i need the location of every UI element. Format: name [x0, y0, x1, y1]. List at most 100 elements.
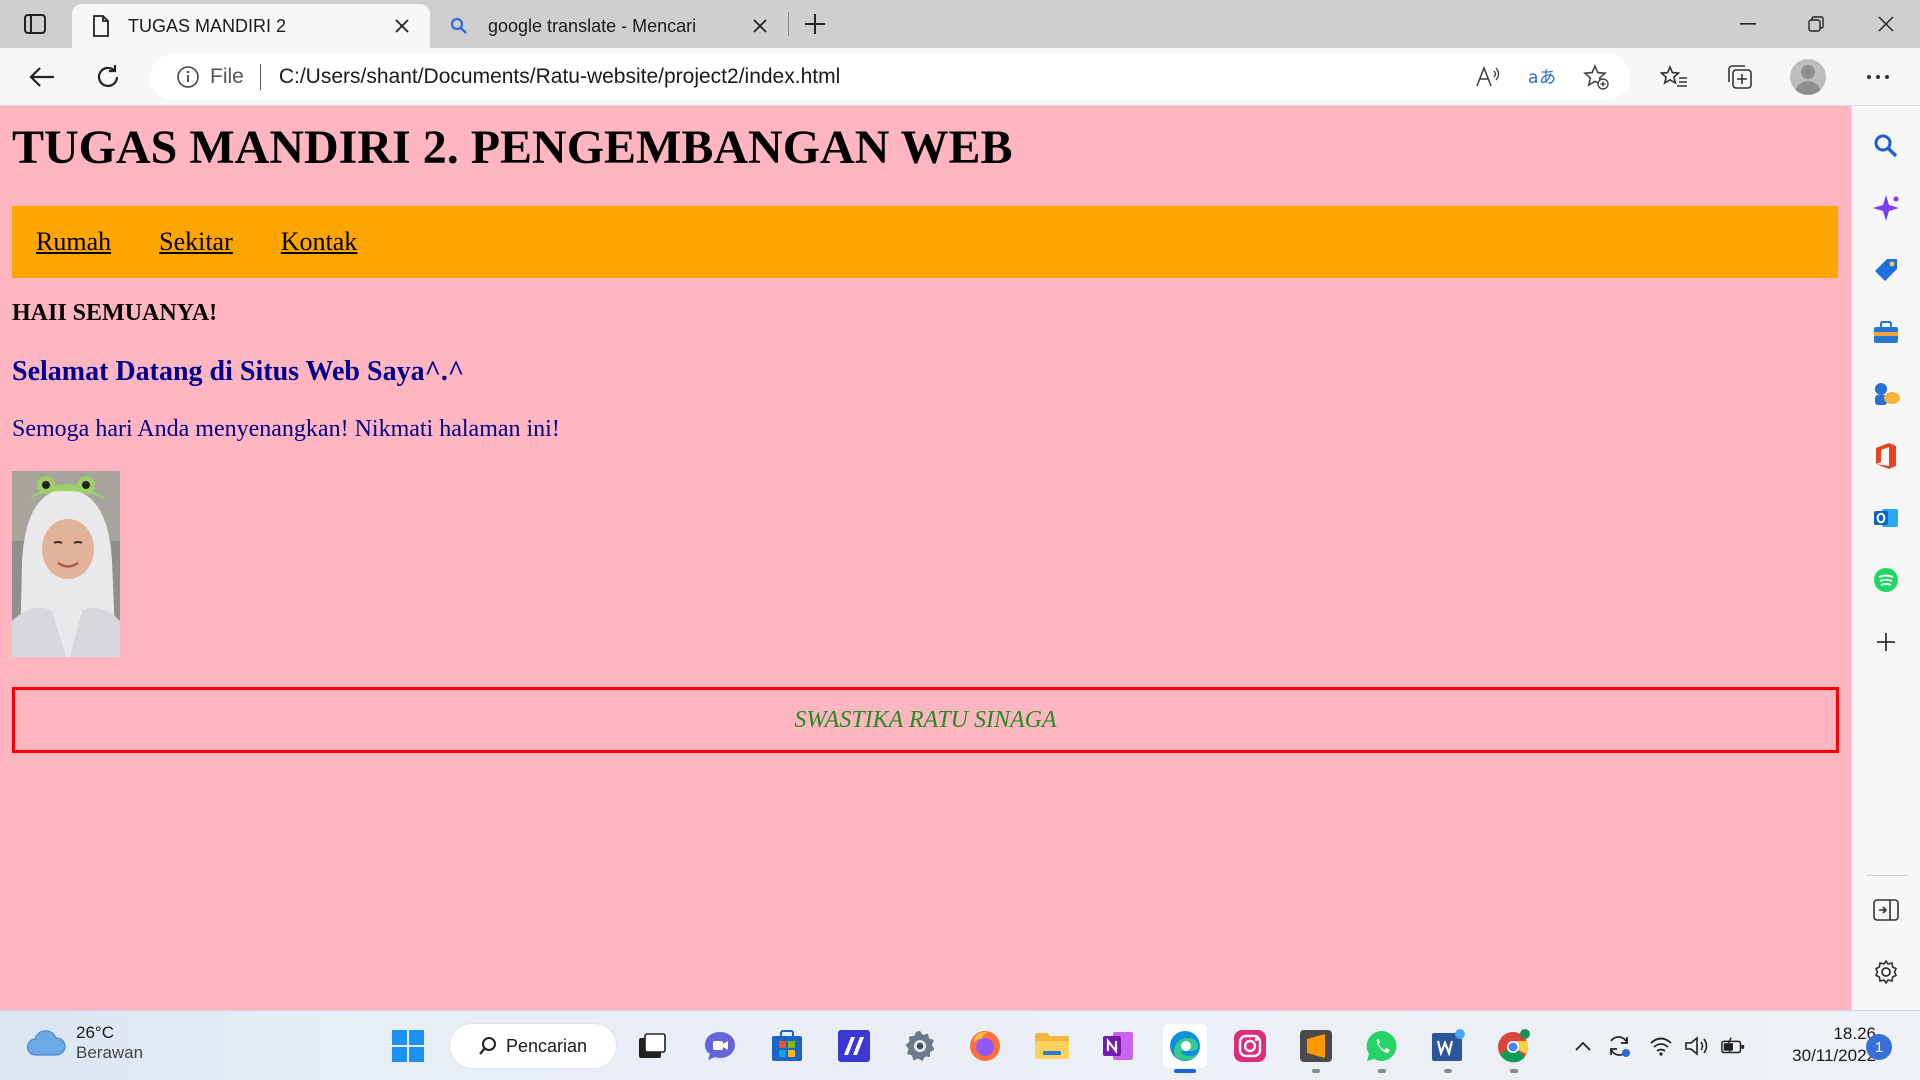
sidebar-spotify-button[interactable]	[1868, 562, 1904, 598]
close-icon	[395, 19, 409, 33]
profile-avatar[interactable]	[1790, 59, 1826, 95]
welcome-heading: Selamat Datang di Situs Web Saya^.^	[12, 356, 465, 387]
sidebar-hide-button[interactable]	[1868, 892, 1904, 928]
firefox-app[interactable]	[965, 1026, 1005, 1066]
system-clock[interactable]: 18.26 30/11/2022	[1764, 1023, 1876, 1067]
sidebar-outlook-button[interactable]	[1868, 500, 1904, 536]
nav-bar: Rumah Sekitar Kontak	[12, 206, 1838, 278]
back-arrow-icon	[29, 67, 54, 87]
more-menu-button[interactable]	[1858, 58, 1898, 96]
collections-button[interactable]	[1720, 58, 1760, 96]
notification-badge[interactable]: 1	[1866, 1034, 1892, 1060]
tab-title: TUGAS MANDIRI 2	[128, 15, 287, 36]
settings-gear-icon	[905, 1031, 935, 1061]
sync-tray-icon[interactable]	[1606, 1033, 1632, 1059]
nav-link-kontak[interactable]: Kontak	[281, 227, 358, 257]
nav-link-sekitar[interactable]: Sekitar	[159, 227, 233, 257]
close-tab-button[interactable]	[388, 12, 416, 40]
wifi-icon	[1650, 1037, 1672, 1056]
sidebar-copilot-button[interactable]	[1868, 190, 1904, 226]
edge-app[interactable]	[1163, 1024, 1207, 1068]
tab-tugas-mandiri[interactable]: TUGAS MANDIRI 2	[72, 4, 430, 48]
file-explorer-app[interactable]	[1032, 1026, 1072, 1066]
vscode-like-app[interactable]	[834, 1026, 874, 1066]
firefox-icon	[970, 1031, 1000, 1061]
browser-toolbar: File C:/Users/shant/Documents/Ratu-websi…	[0, 48, 1920, 106]
volume-tray-icon[interactable]	[1684, 1033, 1710, 1059]
sidebar-games-button[interactable]	[1868, 376, 1904, 412]
instagram-app[interactable]	[1230, 1026, 1270, 1066]
teams-chat-app[interactable]	[700, 1026, 740, 1066]
refresh-button[interactable]	[88, 58, 128, 96]
settings-app[interactable]	[900, 1026, 940, 1066]
volume-icon	[1685, 1036, 1708, 1056]
weather-condition: Berawan	[76, 1043, 144, 1062]
nav-link-rumah[interactable]: Rumah	[36, 227, 111, 257]
new-tab-button[interactable]	[800, 10, 830, 38]
svg-text:あ: あ	[1539, 68, 1556, 88]
chrome-icon	[1498, 1029, 1530, 1063]
address-bar[interactable]: File C:/Users/shant/Documents/Ratu-websi…	[150, 54, 1630, 100]
read-aloud-icon[interactable]	[1468, 57, 1508, 97]
restore-button[interactable]	[1786, 4, 1846, 44]
tools-icon	[1874, 321, 1898, 343]
task-view-button[interactable]	[632, 1026, 672, 1066]
chrome-app[interactable]	[1494, 1026, 1534, 1066]
close-tab-button[interactable]	[746, 12, 774, 40]
tab-google-translate[interactable]: google translate - Mencari	[432, 4, 788, 48]
battery-tray-icon[interactable]	[1720, 1033, 1746, 1059]
favorites-icon	[1660, 65, 1687, 87]
page-viewport: TUGAS MANDIRI 2. PENGEMBANGAN WEB Rumah …	[0, 106, 1851, 1010]
sync-icon	[1610, 1036, 1630, 1057]
onenote-icon	[1103, 1032, 1133, 1060]
sidebar-settings-button[interactable]	[1868, 954, 1904, 990]
sidebar-divider	[1866, 875, 1908, 876]
info-icon[interactable]	[176, 65, 200, 89]
weather-widget[interactable]: 26°C Berawan	[26, 1023, 143, 1063]
tab-title: google translate - Mencari	[488, 15, 697, 36]
show-hidden-icons-button[interactable]	[1570, 1033, 1596, 1059]
start-button[interactable]	[388, 1026, 428, 1066]
footer-text: SWASTIKA RATU SINAGA	[794, 706, 1057, 733]
sidebar-tools-button[interactable]	[1868, 314, 1904, 350]
taskbar-search[interactable]: Pencarian	[450, 1024, 616, 1068]
minimize-icon	[1740, 23, 1756, 25]
word-app[interactable]	[1428, 1026, 1468, 1066]
sidebar-search-button[interactable]	[1868, 128, 1904, 164]
edge-sidebar	[1851, 106, 1920, 1010]
chat-icon	[705, 1032, 735, 1060]
minimize-button[interactable]	[1718, 4, 1778, 44]
sidebar-office-button[interactable]	[1868, 438, 1904, 474]
profile-photo	[12, 471, 120, 657]
instagram-icon	[1234, 1030, 1266, 1062]
copilot-icon	[1873, 195, 1899, 221]
back-button[interactable]	[22, 58, 62, 96]
favorites-button[interactable]	[1654, 58, 1694, 96]
more-icon	[1867, 75, 1889, 79]
sublime-icon	[1300, 1030, 1332, 1062]
add-favorite-icon[interactable]	[1576, 57, 1616, 97]
folder-icon	[1035, 1033, 1069, 1059]
sidebar-shopping-button[interactable]	[1868, 252, 1904, 288]
url-text[interactable]: C:/Users/shant/Documents/Ratu-website/pr…	[279, 65, 1468, 89]
running-indicator	[1378, 1069, 1386, 1073]
close-icon	[1878, 16, 1894, 32]
sidebar-add-button[interactable]	[1868, 624, 1904, 660]
wifi-tray-icon[interactable]	[1648, 1033, 1674, 1059]
clock-time: 18.26	[1833, 1024, 1876, 1043]
whatsapp-app[interactable]	[1362, 1026, 1402, 1066]
sublime-text-app[interactable]	[1296, 1026, 1336, 1066]
restore-icon	[1808, 16, 1824, 32]
close-icon	[753, 19, 767, 33]
games-icon	[1875, 383, 1900, 405]
refresh-icon	[97, 65, 119, 87]
cloud-icon	[26, 1030, 66, 1056]
store-icon	[772, 1030, 802, 1061]
close-window-button[interactable]	[1856, 4, 1916, 44]
store-app[interactable]	[767, 1026, 807, 1066]
scheme-label: File	[210, 65, 244, 88]
tab-actions-button[interactable]	[18, 10, 52, 38]
whatsapp-icon	[1366, 1030, 1397, 1061]
onenote-app[interactable]	[1098, 1026, 1138, 1066]
translate-icon[interactable]: aあ	[1522, 57, 1562, 97]
